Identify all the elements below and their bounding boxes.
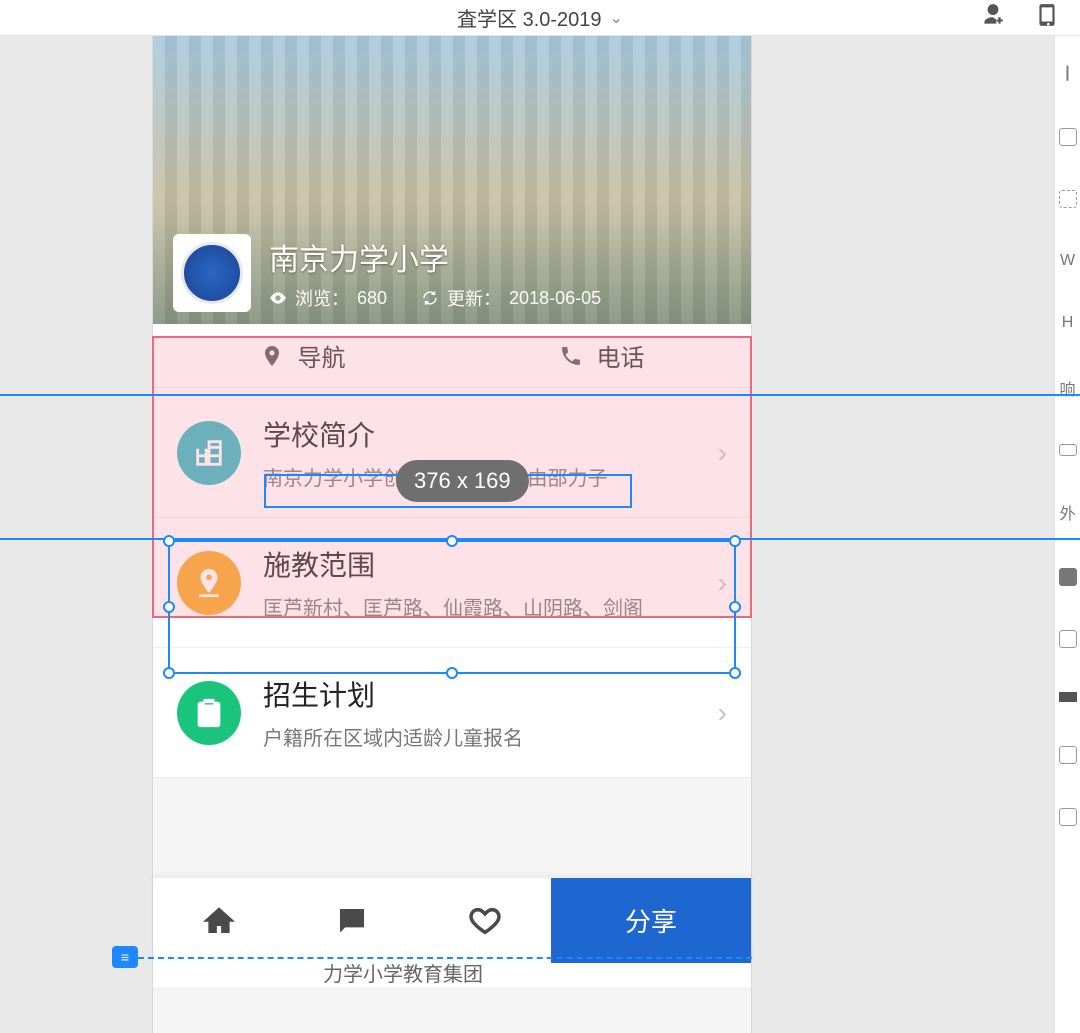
favorite-button[interactable]: [418, 878, 551, 963]
panel-box-icon[interactable]: [1059, 190, 1077, 208]
item-title: 施教范围: [263, 544, 696, 584]
panel-tab-icon[interactable]: 丨: [1059, 60, 1075, 84]
item-sub: 户籍所在区域内适龄儿童报名: [263, 722, 696, 751]
item-title: 招生计划: [263, 674, 696, 714]
home-icon: [202, 904, 236, 938]
properties-panel: 丨 W H 响 外: [1054, 36, 1080, 1033]
list-item-enroll[interactable]: 招生计划 户籍所在区域内适龄儿童报名 ›: [153, 648, 751, 778]
action-row: 导航 电话: [153, 324, 751, 388]
phone-icon: [559, 344, 583, 368]
info-list: 学校简介 南京力学小学创建于1947年，由邵力子 › 施教范围 匡芦新村、匡芦路…: [153, 388, 751, 778]
phone-button[interactable]: 电话: [452, 324, 751, 387]
panel-box-icon[interactable]: [1059, 630, 1077, 648]
pin-icon: [260, 344, 284, 368]
add-user-icon[interactable]: [980, 2, 1006, 34]
panel-label-outer: 外: [1059, 500, 1075, 524]
heart-icon: [468, 904, 502, 938]
panel-label-w: W: [1060, 252, 1075, 270]
updated-date: 2018-06-05: [509, 288, 601, 309]
share-button[interactable]: 分享: [551, 878, 751, 963]
phone-device-icon[interactable]: [1034, 2, 1060, 34]
chevron-right-icon: ›: [718, 437, 727, 469]
chevron-down-icon: ⌄: [610, 8, 623, 28]
panel-box-icon[interactable]: [1059, 568, 1077, 586]
share-label: 分享: [625, 902, 677, 939]
chevron-right-icon: ›: [718, 697, 727, 729]
panel-label-h: H: [1062, 314, 1074, 332]
panel-solid-icon[interactable]: [1059, 692, 1077, 702]
item-sub: 匡芦新村、匡芦路、仙霞路、山阴路、剑阁: [263, 592, 696, 621]
map-pin-icon: [177, 551, 241, 615]
panel-box-icon[interactable]: [1059, 808, 1077, 826]
panel-box-icon[interactable]: [1059, 746, 1077, 764]
building-icon: [177, 421, 241, 485]
home-button[interactable]: [153, 878, 286, 963]
updated-meta: 更新： 2018-06-05: [421, 285, 601, 311]
project-title: 査学区 3.0-2019: [457, 3, 602, 32]
views-meta: 浏览： 680: [269, 285, 387, 311]
nav-label: 导航: [298, 338, 346, 373]
panel-box-icon[interactable]: [1059, 444, 1077, 456]
panel-label-responsive: 响: [1059, 376, 1075, 400]
annotation-badge[interactable]: ≡: [112, 946, 138, 968]
design-tool-topbar: 査学区 3.0-2019 ⌄: [0, 0, 1080, 36]
item-sub: 南京力学小学创建于1947年，由邵力子: [263, 462, 696, 491]
bottom-bar: 分享: [153, 877, 751, 963]
clipboard-icon: [177, 681, 241, 745]
views-label: 浏览：: [295, 285, 349, 311]
device-canvas[interactable]: 南京力学小学 浏览： 680 更新： 2018-06-05: [152, 36, 752, 1033]
item-title: 学校简介: [263, 414, 696, 454]
views-count: 680: [357, 288, 387, 309]
list-item-intro[interactable]: 学校简介 南京力学小学创建于1947年，由邵力子 ›: [153, 388, 751, 518]
updated-label: 更新：: [447, 285, 501, 311]
school-logo: [173, 234, 251, 312]
panel-box-icon[interactable]: [1059, 128, 1077, 146]
phone-label: 电话: [597, 338, 645, 373]
school-name: 南京力学小学: [269, 235, 601, 279]
project-title-dropdown[interactable]: 査学区 3.0-2019 ⌄: [457, 3, 623, 32]
refresh-icon: [421, 289, 439, 307]
eye-icon: [269, 289, 287, 307]
feedback-button[interactable]: [286, 878, 419, 963]
nav-button[interactable]: 导航: [153, 324, 452, 387]
list-item-area[interactable]: 施教范围 匡芦新村、匡芦路、仙霞路、山阴路、剑阁 ›: [153, 518, 751, 648]
chat-alert-icon: [335, 904, 369, 938]
chevron-right-icon: ›: [718, 567, 727, 599]
school-header: 南京力学小学 浏览： 680 更新： 2018-06-05: [153, 36, 751, 324]
